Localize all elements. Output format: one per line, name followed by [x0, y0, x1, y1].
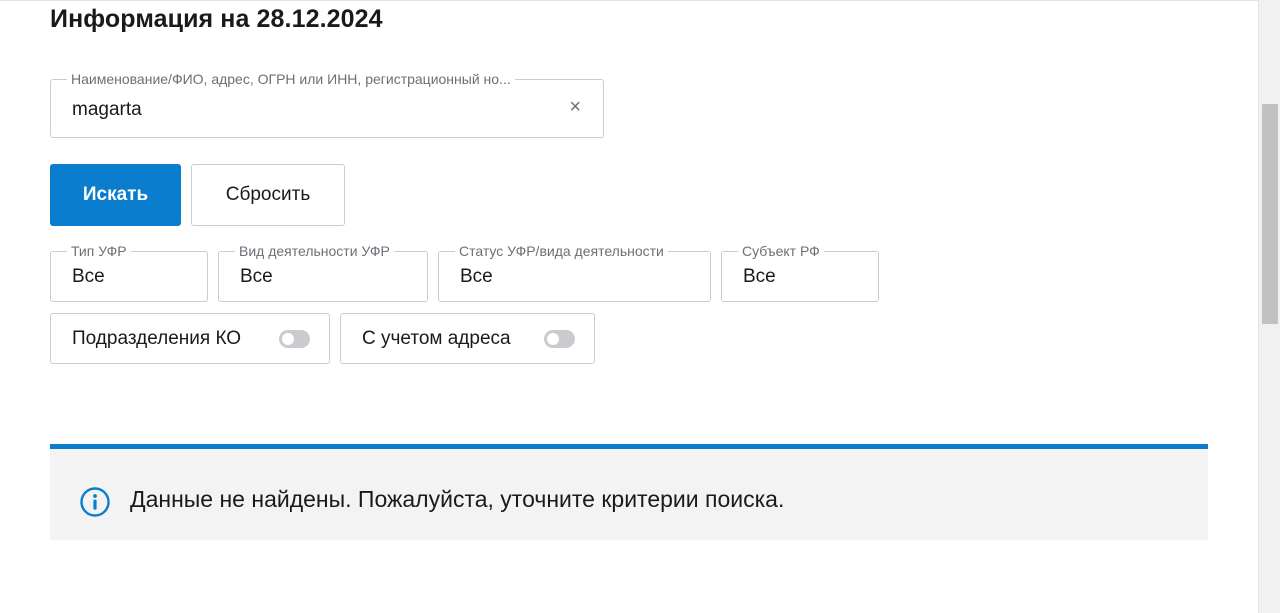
toggle-switch-subdivisions[interactable]	[279, 330, 310, 348]
filter-value: Все	[743, 266, 776, 287]
filter-label: Субъект РФ	[738, 243, 824, 259]
toggle-knob	[547, 333, 559, 345]
filter-status[interactable]: Статус УФР/вида деятельности Все	[438, 243, 711, 302]
filter-label: Статус УФР/вида деятельности	[455, 243, 668, 259]
no-results-alert: Данные не найдены. Пожалуйста, уточните …	[50, 444, 1208, 540]
top-divider	[0, 0, 1260, 1]
filter-value: Все	[460, 266, 493, 287]
toggle-knob	[282, 333, 294, 345]
page-title: Информация на 28.12.2024	[50, 5, 383, 33]
filter-activity-type[interactable]: Вид деятельности УФР Все	[218, 243, 428, 302]
toggle-subdivisions: Подразделения КО	[50, 313, 330, 364]
scrollbar[interactable]	[1258, 0, 1280, 613]
filter-label: Вид деятельности УФР	[235, 243, 394, 259]
search-input[interactable]: magarta	[72, 99, 142, 121]
filter-value: Все	[240, 266, 273, 287]
search-field[interactable]: Наименование/ФИО, адрес, ОГРН или ИНН, р…	[50, 71, 604, 138]
toggle-label: Подразделения КО	[72, 328, 242, 349]
info-icon	[80, 487, 110, 517]
scrollbar-thumb[interactable]	[1262, 104, 1278, 324]
search-field-label: Наименование/ФИО, адрес, ОГРН или ИНН, р…	[67, 71, 515, 87]
toggle-label: С учетом адреса	[362, 328, 511, 349]
search-button[interactable]: Искать	[50, 164, 181, 226]
filter-label: Тип УФР	[67, 243, 131, 259]
close-icon[interactable]: ×	[569, 97, 581, 117]
filter-value: Все	[72, 266, 105, 287]
filter-ufr-type[interactable]: Тип УФР Все	[50, 243, 208, 302]
alert-message: Данные не найдены. Пожалуйста, уточните …	[130, 486, 785, 512]
reset-button[interactable]: Сбросить	[191, 164, 345, 226]
filter-region[interactable]: Субъект РФ Все	[721, 243, 879, 302]
toggle-switch-address[interactable]	[544, 330, 575, 348]
toggle-address: С учетом адреса	[340, 313, 595, 364]
